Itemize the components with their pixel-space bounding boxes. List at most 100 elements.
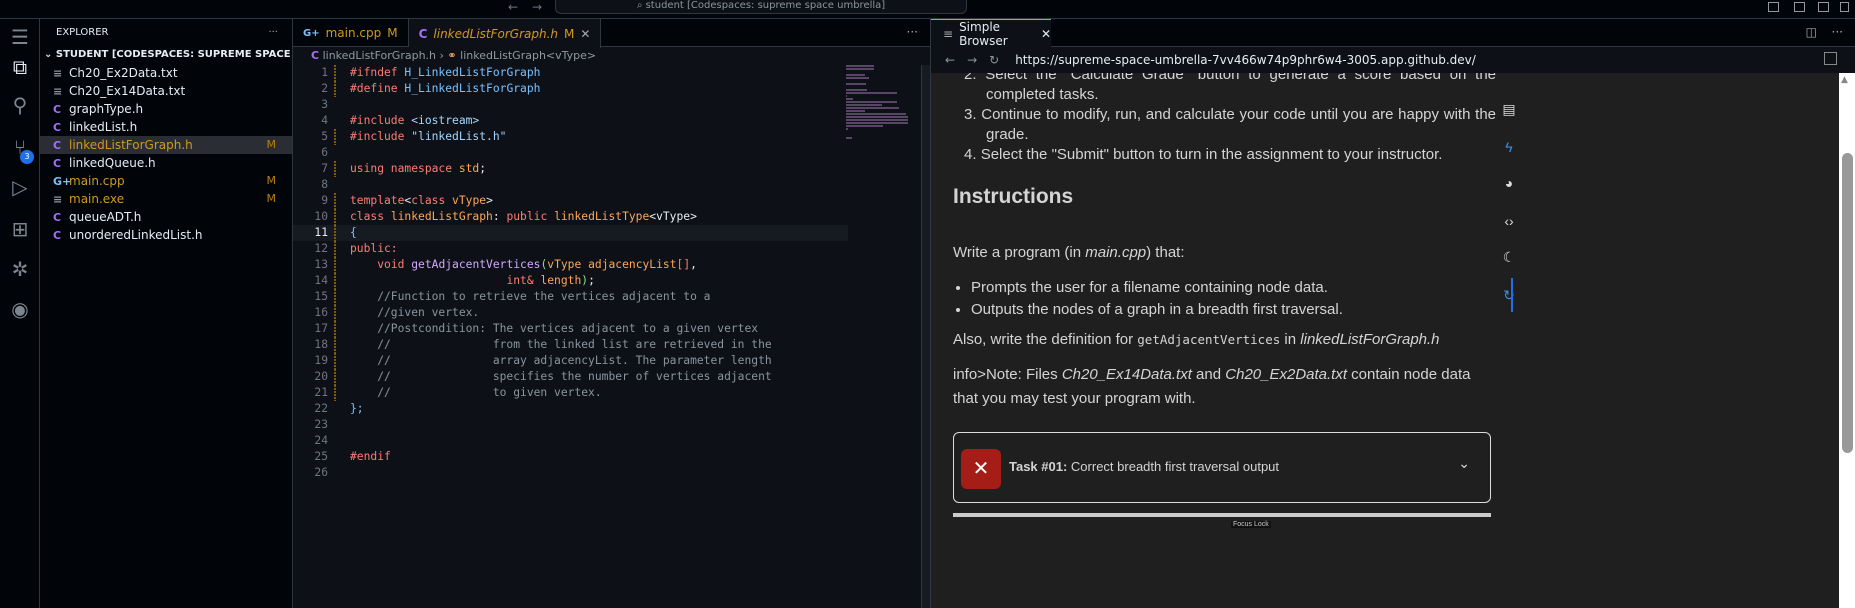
- code-line[interactable]: 5 #include "linkedList.h": [293, 129, 930, 145]
- tab-linkedlistforgraph[interactable]: ClinkedListForGraph.h M ✕: [408, 19, 602, 48]
- code-line[interactable]: 20 // specifies the number of vertices a…: [293, 369, 930, 385]
- explorer-icon[interactable]: ⧉: [0, 49, 40, 85]
- minimap-line: [846, 68, 874, 70]
- back-icon[interactable]: ←: [945, 53, 955, 67]
- code-line[interactable]: 3: [293, 97, 930, 113]
- file-type-icon: C: [53, 121, 62, 134]
- code-line[interactable]: 26: [293, 465, 930, 481]
- close-icon[interactable]: ✕: [1041, 27, 1051, 41]
- divider: [953, 513, 1491, 517]
- editor-scrollbar[interactable]: [921, 65, 930, 608]
- file-item[interactable]: ClinkedList.h: [40, 118, 292, 136]
- tab-simple-browser[interactable]: ≡ Simple Browser ✕: [931, 19, 1051, 48]
- codespaces-icon[interactable]: ✲: [0, 251, 40, 287]
- file-item[interactable]: CgraphType.h: [40, 100, 292, 118]
- code-line[interactable]: 1 #ifndef H_LinkedListForGraph: [293, 65, 930, 81]
- search-icon[interactable]: ⚲: [0, 87, 40, 123]
- toggle-sidebar-icon[interactable]: [1768, 2, 1779, 12]
- chevron-down-icon[interactable]: ⌄: [1458, 455, 1470, 472]
- code-line[interactable]: 4 #include <iostream>: [293, 113, 930, 129]
- run-debug-icon[interactable]: ▷: [0, 169, 40, 205]
- scrollbar-thumb[interactable]: [1842, 153, 1853, 453]
- file-item[interactable]: ≡ Ch20_Ex2Data.txt: [40, 64, 292, 82]
- code-token: H_LinkedListForGraph: [404, 66, 541, 79]
- open-external-icon[interactable]: [1824, 52, 1837, 65]
- code-line[interactable]: 12 public:: [293, 241, 930, 257]
- focus-lock-label[interactable]: Focus Lock: [1231, 521, 1271, 528]
- code-line[interactable]: 7 using namespace std;: [293, 161, 930, 177]
- code-line[interactable]: 8: [293, 177, 930, 193]
- code-line[interactable]: 19 // array adjacencyList. The parameter…: [293, 353, 930, 369]
- split-editor-icon[interactable]: ◫: [1806, 25, 1817, 39]
- palette-icon[interactable]: ◕: [1499, 175, 1519, 191]
- breadcrumb-file[interactable]: linkedListForGraph.h: [323, 49, 436, 62]
- more-actions-icon[interactable]: ···: [268, 19, 278, 46]
- tab-main-cpp[interactable]: G+ main.cpp M: [293, 19, 409, 47]
- code-line[interactable]: 11 {: [293, 225, 848, 241]
- file-type-icon: C: [53, 139, 62, 152]
- forward-arrow-icon[interactable]: →: [532, 0, 542, 14]
- file-item[interactable]: ≡ Ch20_Ex14Data.txt: [40, 82, 292, 100]
- file-type-icon: ≡: [53, 67, 63, 80]
- code-line[interactable]: 13 void getAdjacentVertices(vType adjace…: [293, 257, 930, 273]
- git-gutter: [334, 417, 336, 433]
- forward-icon[interactable]: →: [967, 53, 977, 67]
- reload-icon[interactable]: ↻: [989, 53, 999, 67]
- breadcrumb-symbol[interactable]: linkedListGraph<vType>: [460, 49, 596, 62]
- file-name: graphType.h: [69, 102, 144, 116]
- url-input[interactable]: https://supreme-space-umbrella-7vv466w74…: [1015, 53, 1476, 67]
- code-area[interactable]: 1 #ifndef H_LinkedListForGraph 2 #define H_…: [293, 65, 930, 481]
- code-line[interactable]: 17 //Postcondition: The vertices adjacen…: [293, 321, 930, 337]
- file-item[interactable]: CunorderedLinkedList.h: [40, 226, 292, 244]
- code-icon[interactable]: ‹›: [1499, 213, 1519, 229]
- code-line[interactable]: 16 //given vertex.: [293, 305, 930, 321]
- command-center[interactable]: ⌕ student [Codespaces: supreme space umb…: [555, 0, 967, 14]
- text: Write a program (in: [953, 244, 1086, 261]
- customize-layout-icon[interactable]: [1840, 2, 1849, 12]
- code-line[interactable]: 6: [293, 145, 930, 161]
- file-item[interactable]: CqueueADT.h: [40, 208, 292, 226]
- back-arrow-icon[interactable]: ←: [508, 0, 518, 14]
- minimap[interactable]: [846, 65, 921, 139]
- page-scrollbar[interactable]: ▲: [1811, 73, 1855, 608]
- file-item[interactable]: ClinkedListForGraph.h M: [40, 136, 292, 154]
- file-item[interactable]: ClinkedQueue.h: [40, 154, 292, 172]
- git-gutter: [334, 369, 336, 385]
- scroll-up-icon[interactable]: ▲: [1841, 75, 1848, 85]
- list-icon[interactable]: ▤: [1499, 101, 1519, 118]
- line-text: {: [350, 225, 357, 241]
- workspace-root[interactable]: ⌄ STUDENT [CODESPACES: SUPREME SPACE UMB…: [40, 46, 292, 64]
- code-token: std: [458, 162, 480, 175]
- task-card[interactable]: ✕ Task #01: Correct breadth first traver…: [953, 432, 1491, 503]
- code-line[interactable]: 15 //Function to retrieve the vertices a…: [293, 289, 930, 305]
- page-side-toolbar: ▤ ϟ ◕ ‹› ☾ ↻: [1491, 73, 1531, 608]
- editor-more-actions-icon[interactable]: ···: [907, 25, 918, 39]
- code-line[interactable]: 25 #endif: [293, 449, 930, 465]
- lightning-icon[interactable]: ϟ: [1499, 139, 1519, 155]
- code-line[interactable]: 23: [293, 417, 930, 433]
- code-line[interactable]: 21 // to given vertex.: [293, 385, 930, 401]
- filename: Ch20_Ex14Data.txt: [1061, 366, 1192, 383]
- code-line[interactable]: 10 class linkedListGraph: public linkedLi…: [293, 209, 930, 225]
- code-line[interactable]: 2 #define H_LinkedListForGraph: [293, 81, 930, 97]
- sync-icon[interactable]: ↻: [1499, 287, 1519, 304]
- extensions-icon[interactable]: ⊞: [0, 211, 40, 247]
- github-icon[interactable]: ◉: [0, 291, 40, 327]
- task-text: Correct breadth first traversal output: [1070, 459, 1280, 474]
- code-line[interactable]: 9 template<class vType>: [293, 193, 930, 209]
- code-token: <vType>: [649, 210, 697, 223]
- file-item[interactable]: ≡ main.exe M: [40, 190, 292, 208]
- code-token: int&: [506, 274, 541, 287]
- code-line[interactable]: 14 int& length);: [293, 273, 930, 289]
- file-item[interactable]: G+main.cpp M: [40, 172, 292, 190]
- more-actions-icon[interactable]: ···: [1832, 25, 1843, 39]
- close-icon[interactable]: ✕: [580, 27, 590, 41]
- moon-icon[interactable]: ☾: [1499, 249, 1519, 266]
- source-control-icon[interactable]: ⑂ 3: [0, 129, 40, 165]
- preview-icon: ≡: [943, 27, 954, 41]
- code-line[interactable]: 18 // from the linked list are retrieved…: [293, 337, 930, 353]
- toggle-secondary-sidebar-icon[interactable]: [1818, 2, 1829, 12]
- code-line[interactable]: 24: [293, 433, 930, 449]
- toggle-panel-icon[interactable]: [1794, 2, 1805, 12]
- code-line[interactable]: 22};: [293, 401, 930, 417]
